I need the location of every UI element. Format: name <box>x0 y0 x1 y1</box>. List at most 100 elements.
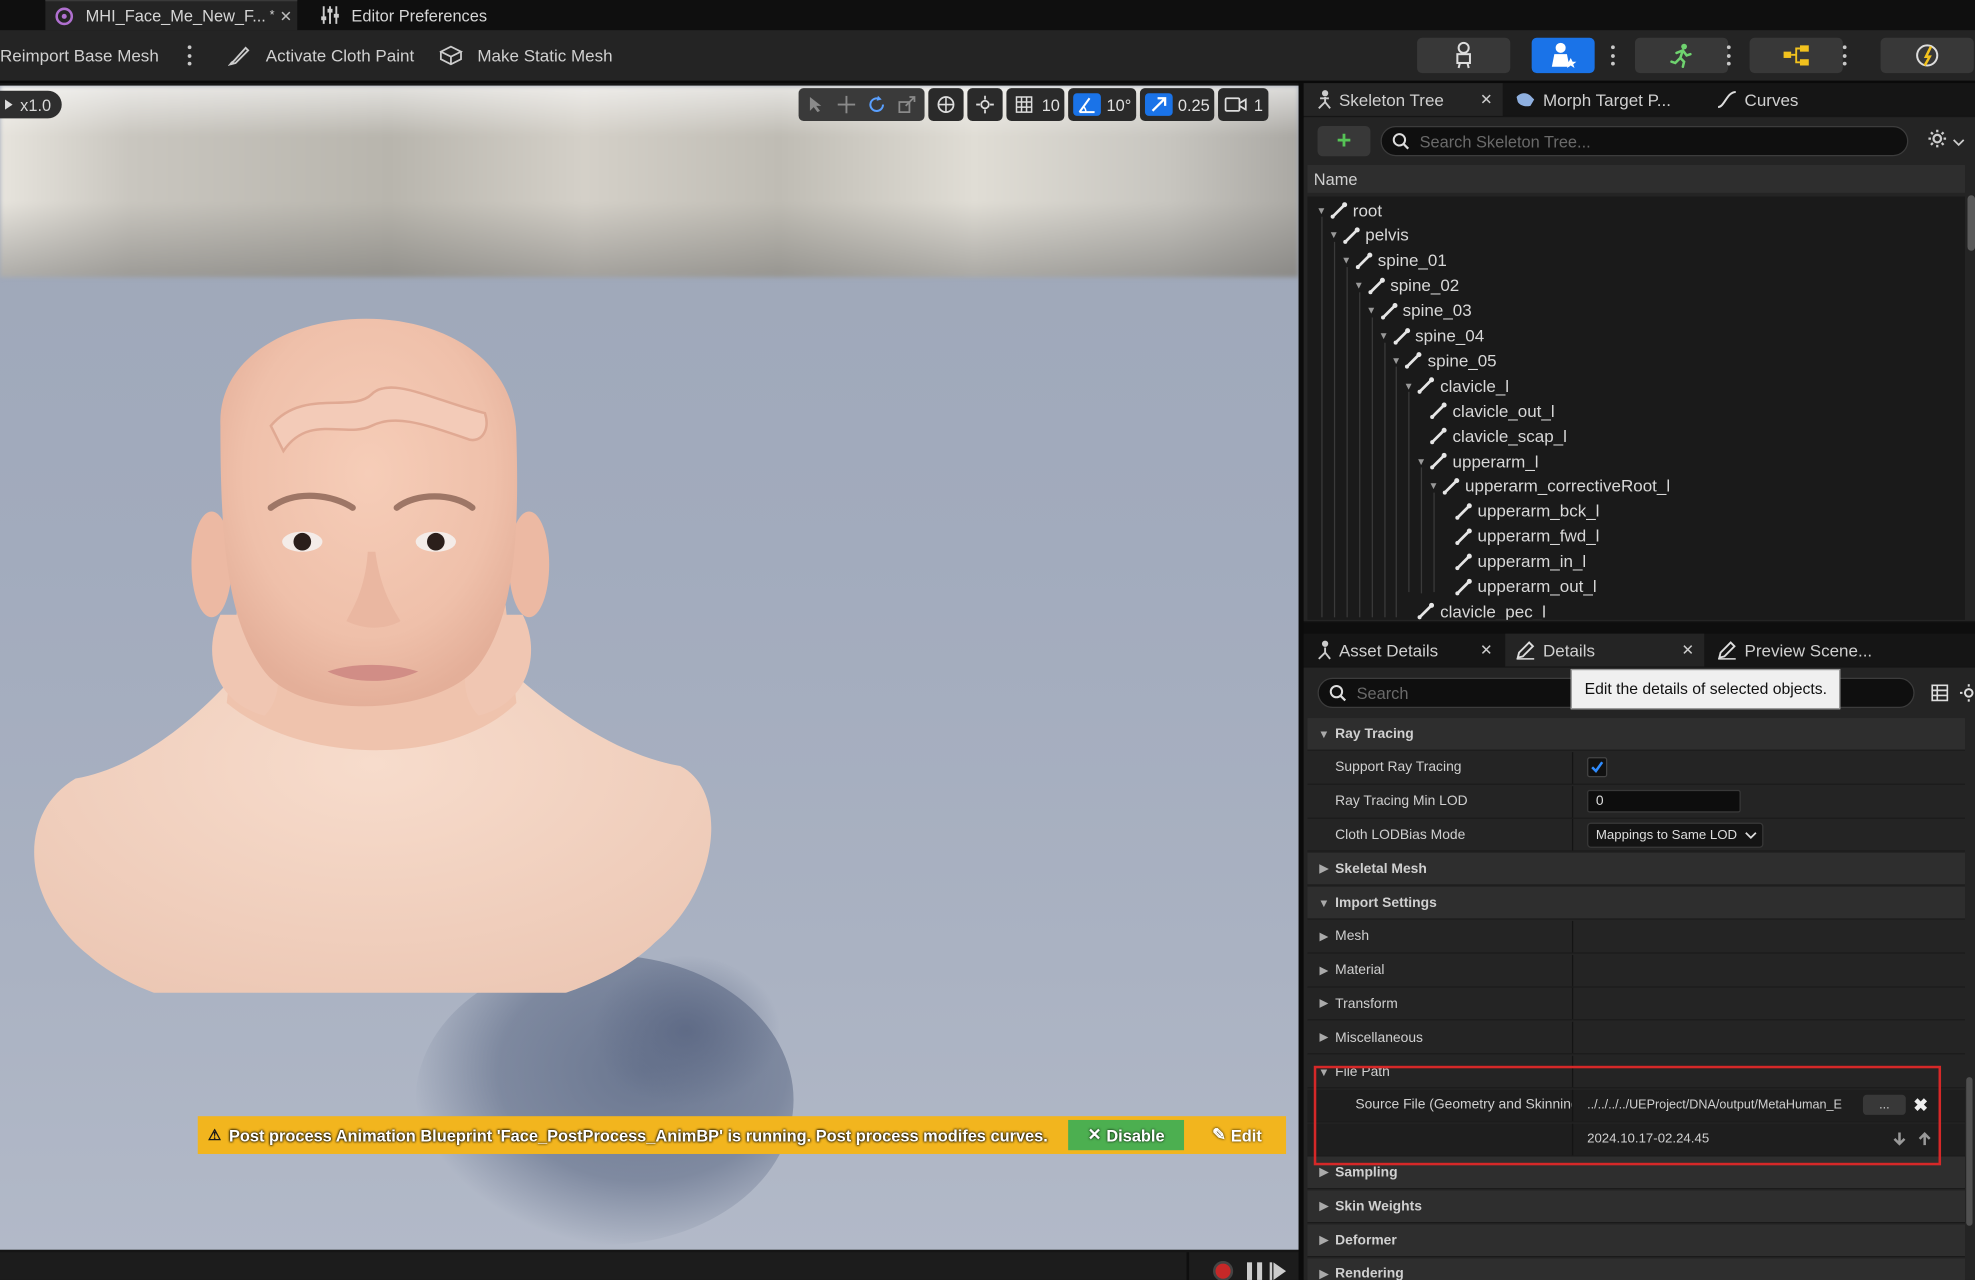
mesh-mode-button[interactable] <box>1531 37 1595 74</box>
skeleton-search-input[interactable]: Search Skeleton Tree... <box>1380 125 1909 157</box>
rotation-snap-group[interactable]: 10° <box>1068 88 1137 121</box>
expand-arrow-icon[interactable]: ▼ <box>1352 280 1365 291</box>
rotate-icon[interactable] <box>864 92 889 117</box>
details-scrollbar[interactable] <box>1966 1077 1973 1226</box>
surface-snap-icon[interactable] <box>972 92 997 117</box>
translate-icon[interactable] <box>834 92 859 117</box>
column-divider[interactable] <box>1571 988 1574 1020</box>
category-rendering[interactable]: ▶ Rendering <box>1307 1258 1965 1280</box>
property-matrix-icon[interactable] <box>1931 684 1949 702</box>
expanded-triangle-icon[interactable]: ▼ <box>1313 728 1336 741</box>
column-divider[interactable] <box>1571 954 1574 986</box>
bone-row-upperarm-correctiveRoot-l[interactable]: ▼ upperarm_correctiveRoot_l <box>1307 474 1965 499</box>
column-divider[interactable] <box>1571 1021 1574 1054</box>
expand-arrow-icon[interactable]: ▼ <box>1315 205 1328 216</box>
expanded-triangle-icon[interactable]: ▼ <box>1313 896 1336 909</box>
column-divider[interactable] <box>1571 920 1574 953</box>
bone-row-spine-01[interactable]: ▼ spine_01 <box>1307 248 1965 273</box>
details-settings-icon[interactable] <box>1959 684 1975 702</box>
bone-row-clavicle-pec-l[interactable]: clavicle_pec_l <box>1307 599 1965 620</box>
add-bone-button[interactable]: + <box>1317 125 1371 157</box>
surface-snap-group[interactable] <box>967 88 1003 121</box>
category-ray-tracing[interactable]: ▼ Ray Tracing <box>1307 718 1965 751</box>
bone-row-clavicle-out-l[interactable]: clavicle_out_l <box>1307 398 1965 423</box>
grid-snap-group[interactable]: 10 <box>1006 88 1065 121</box>
property-material[interactable]: ▶ Material <box>1307 954 1965 988</box>
reimport-base-mesh-button[interactable]: Reimport Base Mesh <box>0 30 159 80</box>
expand-arrow-icon[interactable]: ▼ <box>1427 480 1440 491</box>
bone-row-clavicle-scap-l[interactable]: clavicle_scap_l <box>1307 423 1965 448</box>
collapsed-triangle-icon[interactable]: ▶ <box>1313 1200 1336 1214</box>
expand-arrow-icon[interactable]: ▼ <box>1402 380 1415 391</box>
bone-row-upperarm-fwd-l[interactable]: upperarm_fwd_l <box>1307 524 1965 549</box>
collapsed-triangle-icon[interactable]: ▶ <box>1313 1166 1336 1180</box>
bone-row-root[interactable]: ▼ root <box>1307 198 1965 223</box>
tab-curves[interactable]: Curves <box>1707 83 1833 116</box>
expand-arrow-icon[interactable]: ▼ <box>1390 355 1403 366</box>
pause-icon[interactable] <box>1247 1262 1263 1280</box>
disable-post-process-button[interactable]: ✕ Disable <box>1068 1119 1185 1151</box>
collapsed-triangle-icon[interactable]: ▶ <box>1313 862 1336 876</box>
column-divider[interactable] <box>1571 751 1574 784</box>
support-ray-tracing-checkbox[interactable] <box>1587 757 1608 778</box>
select-arrow-icon[interactable] <box>804 92 829 117</box>
ray-tracing-min-lod-field[interactable]: 0 <box>1587 790 1741 813</box>
expand-arrow-icon[interactable]: ▼ <box>1365 305 1378 316</box>
animation-mode-button[interactable] <box>1634 37 1729 74</box>
skeleton-tree-scrollbar[interactable] <box>1967 195 1975 251</box>
skeleton-settings-button[interactable] <box>1927 128 1965 154</box>
blueprint-mode-button[interactable] <box>1749 37 1843 74</box>
bone-row-pelvis[interactable]: ▼ pelvis <box>1307 223 1965 248</box>
skeleton-mode-button[interactable] <box>1417 37 1511 74</box>
collapsed-triangle-icon[interactable]: ▶ <box>1313 963 1336 977</box>
tab-close-icon[interactable]: ✕ <box>280 7 293 25</box>
cloth-lodbias-mode-dropdown[interactable]: Mappings to Same LOD <box>1587 822 1764 848</box>
bone-row-upperarm-out-l[interactable]: upperarm_out_l <box>1307 574 1965 599</box>
bone-row-spine-02[interactable]: ▼ spine_02 <box>1307 273 1965 298</box>
scale-icon[interactable] <box>894 92 919 117</box>
blueprint-mode-options-icon[interactable] <box>1840 43 1848 68</box>
collapsed-triangle-icon[interactable]: ▶ <box>1313 929 1336 943</box>
property-mesh[interactable]: ▶ Mesh <box>1307 920 1965 954</box>
record-icon[interactable] <box>1212 1261 1234 1280</box>
collapsed-triangle-icon[interactable]: ▶ <box>1313 997 1336 1011</box>
tab-morph-target-preview[interactable]: Morph Target P... <box>1505 83 1694 116</box>
bone-row-upperarm-in-l[interactable]: upperarm_in_l <box>1307 549 1965 574</box>
playback-speed-button[interactable]: x1.0 <box>0 90 62 119</box>
step-forward-icon[interactable] <box>1269 1262 1287 1280</box>
property-transform[interactable]: ▶ Transform <box>1307 988 1965 1021</box>
collapsed-triangle-icon[interactable]: ▶ <box>1313 1031 1336 1045</box>
tab-details[interactable]: Details ✕ <box>1505 633 1705 667</box>
column-divider[interactable] <box>1571 819 1574 851</box>
tab-close-icon[interactable]: ✕ <box>1480 641 1493 659</box>
animation-mode-options-icon[interactable] <box>1724 43 1732 68</box>
bone-row-clavicle-l[interactable]: ▼ clavicle_l <box>1307 373 1965 398</box>
tab-close-icon[interactable]: ✕ <box>1480 91 1493 109</box>
tab-preview-scene-settings[interactable]: Preview Scene... <box>1707 634 1909 667</box>
property-miscellaneous[interactable]: ▶ Miscellaneous <box>1307 1021 1965 1055</box>
tab-skeleton-tree[interactable]: Skeleton Tree ✕ <box>1303 83 1503 116</box>
camera-speed-group[interactable]: 1 <box>1218 88 1269 121</box>
collapsed-triangle-icon[interactable]: ▶ <box>1313 1267 1336 1280</box>
tab-asset-editor[interactable]: MHI_Face_Me_New_F... * ✕ <box>45 0 298 31</box>
tab-editor-preferences[interactable]: Editor Preferences <box>320 0 522 30</box>
scale-snap-group[interactable]: 0.25 <box>1140 88 1215 121</box>
category-skin-weights[interactable]: ▶ Skin Weights <box>1307 1190 1965 1224</box>
physics-mode-button[interactable] <box>1880 37 1974 74</box>
world-space-group[interactable] <box>928 88 964 121</box>
bone-row-spine-03[interactable]: ▼ spine_03 <box>1307 298 1965 323</box>
collapsed-triangle-icon[interactable]: ▶ <box>1313 1233 1336 1247</box>
make-static-mesh-button[interactable]: Make Static Mesh <box>439 30 613 80</box>
preview-viewport[interactable]: x1.0 10 10° 0.25 1 ⚠ Post process Animat… <box>0 85 1299 1250</box>
tab-close-icon[interactable]: ✕ <box>1681 641 1694 659</box>
bone-row-spine-05[interactable]: ▼ spine_05 <box>1307 348 1965 373</box>
reimport-options-icon[interactable] <box>185 43 193 68</box>
bone-row-upperarm-l[interactable]: ▼ upperarm_l <box>1307 448 1965 473</box>
expand-arrow-icon[interactable]: ▼ <box>1377 330 1390 341</box>
expand-arrow-icon[interactable]: ▼ <box>1327 230 1340 241</box>
bone-row-upperarm-bck-l[interactable]: upperarm_bck_l <box>1307 499 1965 524</box>
edit-post-process-button[interactable]: ✎ Edit <box>1205 1120 1268 1150</box>
column-divider[interactable] <box>1571 785 1574 818</box>
expand-arrow-icon[interactable]: ▼ <box>1340 255 1353 266</box>
mesh-mode-options-icon[interactable] <box>1609 43 1617 68</box>
